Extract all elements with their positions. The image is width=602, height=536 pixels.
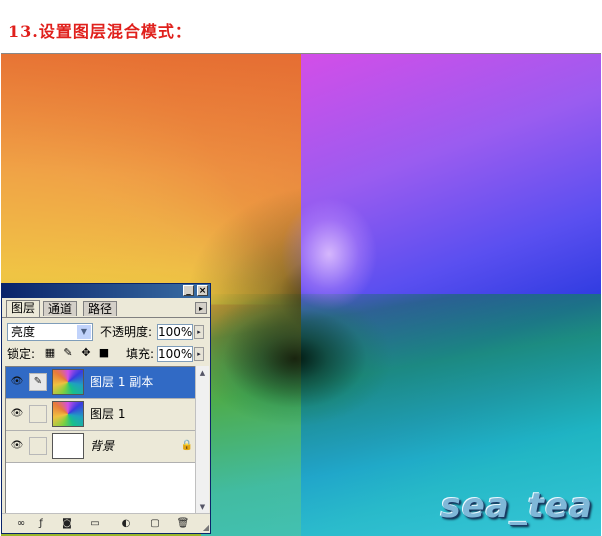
transparency-lock-icon[interactable]: ▦	[44, 347, 56, 359]
eye-icon[interactable]: 👁	[8, 373, 26, 391]
mask-icon[interactable]: ◙	[60, 517, 74, 530]
lock-label: 锁定:	[7, 347, 36, 361]
panel-tabs: 图层 通道 路径 ▸	[2, 300, 210, 318]
layer-row-layer1[interactable]: 👁 图层 1	[6, 399, 196, 431]
resize-grip-icon[interactable]: ◢	[203, 523, 209, 532]
layers-list: 👁 ✎ 图层 1 副本 👁 图层 1 👁 背景 🔒	[5, 366, 197, 514]
blend-opacity-row: 亮度 ▼ 不透明度: 100% ▸	[2, 321, 210, 343]
opacity-arrow-icon[interactable]: ▸	[194, 325, 204, 339]
chevron-down-icon: ▼	[77, 325, 91, 339]
layers-panel: _ × 图层 通道 路径 ▸ 亮度 ▼ 不透明度: 100% ▸ 锁定: ▦ ✎…	[1, 283, 211, 534]
new-group-icon[interactable]: ▭	[88, 517, 102, 530]
blend-mode-value: 亮度	[11, 325, 36, 339]
adjustment-layer-icon[interactable]: ◐	[119, 517, 133, 530]
fill-label: 填充:	[126, 347, 155, 361]
layer-name: 图层 1 副本	[90, 375, 154, 389]
new-layer-icon[interactable]: ▢	[148, 517, 162, 530]
lock-fill-row: 锁定: ▦ ✎ ✥ ■ 填充: 100% ▸	[2, 343, 210, 365]
scroll-down-icon[interactable]: ▼	[197, 501, 208, 513]
panel-menu-icon[interactable]: ▸	[195, 302, 207, 314]
layer-style-icon[interactable]: ƒ	[34, 517, 48, 530]
brush-icon[interactable]: ✎	[29, 373, 47, 391]
link-icon[interactable]: ∞	[14, 517, 28, 530]
fill-arrow-icon[interactable]: ▸	[194, 347, 204, 361]
link-slot-icon[interactable]	[29, 405, 47, 423]
opacity-input[interactable]: 100%	[157, 324, 193, 340]
minimize-button[interactable]: _	[183, 285, 194, 296]
tab-paths[interactable]: 路径	[83, 301, 118, 316]
layer-thumbnail	[52, 401, 84, 427]
layer-name: 背景	[90, 439, 115, 453]
link-slot-icon[interactable]	[29, 437, 47, 455]
blend-mode-select[interactable]: 亮度 ▼	[7, 323, 93, 341]
watermark: sea_tea	[440, 486, 593, 526]
all-lock-icon[interactable]: ■	[98, 347, 110, 359]
step-title: 13.设置图层混合模式：	[8, 22, 192, 41]
layer-name: 图层 1	[90, 407, 126, 421]
opacity-label: 不透明度:	[100, 325, 153, 339]
layer-thumbnail	[52, 433, 84, 459]
trash-icon[interactable]: 🗑	[176, 517, 190, 530]
fill-input[interactable]: 100%	[157, 346, 193, 362]
lock-icon: 🔒	[180, 440, 193, 451]
tab-channels[interactable]: 通道	[43, 301, 78, 316]
eye-icon[interactable]: 👁	[8, 405, 26, 423]
move-lock-icon[interactable]: ✥	[80, 347, 92, 359]
panel-titlebar[interactable]: _ ×	[2, 284, 210, 298]
tab-layers[interactable]: 图层	[6, 300, 41, 317]
close-button[interactable]: ×	[197, 285, 208, 296]
layers-scrollbar[interactable]: ▲ ▼	[195, 366, 209, 514]
panel-bottom-toolbar: ∞ ƒ ◙ ▭ ◐ ▢ 🗑 ◢	[2, 513, 210, 533]
layer-row-copy[interactable]: 👁 ✎ 图层 1 副本	[6, 367, 196, 399]
scroll-up-icon[interactable]: ▲	[197, 367, 208, 379]
layer-row-background[interactable]: 👁 背景 🔒	[6, 431, 196, 463]
brush-lock-icon[interactable]: ✎	[62, 347, 74, 359]
layer-thumbnail	[52, 369, 84, 395]
eye-icon[interactable]: 👁	[8, 437, 26, 455]
